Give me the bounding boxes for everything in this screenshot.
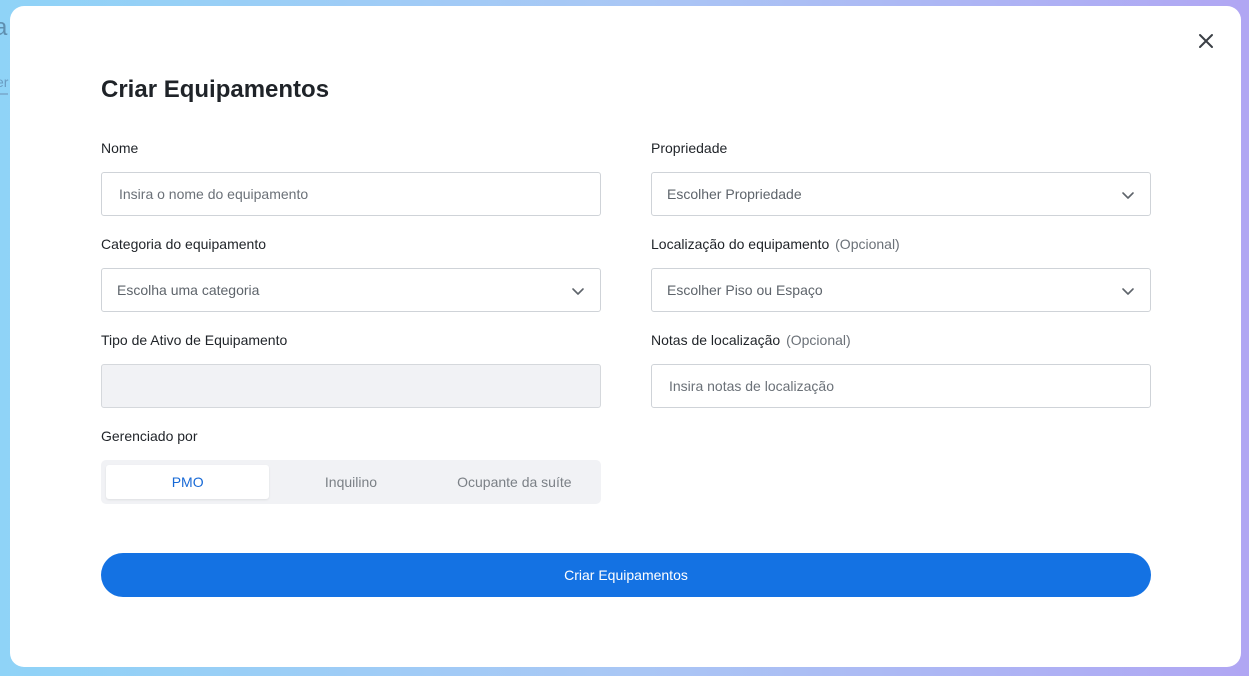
category-label: Categoria do equipamento: [101, 236, 267, 252]
managed-by-option-pmo[interactable]: PMO: [106, 465, 270, 499]
location-select[interactable]: Escolher Piso ou Espaço: [651, 268, 1151, 312]
category-field-group: Categoria do equipamento Escolha uma cat…: [101, 234, 601, 312]
chevron-down-icon: [572, 288, 584, 295]
location-notes-optional-tag: (Opcional): [786, 332, 851, 348]
background-tab-fragment: er: [0, 74, 9, 95]
name-label: Nome: [101, 140, 139, 156]
name-input[interactable]: [102, 173, 600, 215]
asset-type-input-disabled: [101, 364, 601, 408]
asset-type-field-group: Tipo de Ativo de Equipamento: [101, 330, 601, 408]
location-notes-input-box: [651, 364, 1151, 408]
background-title-fragment: a: [0, 14, 8, 41]
location-notes-input[interactable]: [652, 365, 1150, 407]
chevron-down-icon: [1122, 192, 1134, 199]
name-field-group: Nome: [101, 138, 601, 216]
asset-type-label: Tipo de Ativo de Equipamento: [101, 332, 288, 348]
managed-by-label: Gerenciado por: [101, 428, 198, 444]
location-notes-label: Notas de localização (Opcional): [651, 330, 1151, 350]
location-select-value: Escolher Piso ou Espaço: [667, 282, 823, 298]
managed-by-option-inquilino[interactable]: Inquilino: [269, 465, 432, 499]
close-button[interactable]: [1195, 30, 1217, 52]
name-input-box: [101, 172, 601, 216]
close-icon: [1199, 34, 1213, 48]
managed-by-segmented-control: PMO Inquilino Ocupante da suíte: [101, 460, 601, 504]
property-select[interactable]: Escolher Propriedade: [651, 172, 1151, 216]
category-select[interactable]: Escolha uma categoria: [101, 268, 601, 312]
location-notes-field-group: Notas de localização (Opcional): [651, 330, 1151, 408]
property-field-group: Propriedade Escolher Propriedade: [651, 138, 1151, 216]
location-optional-tag: (Opcional): [835, 236, 900, 252]
chevron-down-icon: [1122, 288, 1134, 295]
create-equipment-modal: Criar Equipamentos Nome Propriedade Esco…: [10, 6, 1241, 667]
location-label-text: Localização do equipamento: [651, 236, 830, 252]
location-field-group: Localização do equipamento (Opcional) Es…: [651, 234, 1151, 312]
location-notes-label-text: Notas de localização: [651, 332, 781, 348]
category-select-value: Escolha uma categoria: [117, 282, 260, 298]
managed-by-field-group: Gerenciado por PMO Inquilino Ocupante da…: [101, 426, 601, 504]
managed-by-option-ocupante[interactable]: Ocupante da suíte: [433, 465, 596, 499]
property-select-value: Escolher Propriedade: [667, 186, 802, 202]
modal-title: Criar Equipamentos: [101, 76, 330, 103]
property-label: Propriedade: [651, 140, 728, 156]
create-equipment-button[interactable]: Criar Equipamentos: [101, 553, 1151, 597]
location-label: Localização do equipamento (Opcional): [651, 234, 1151, 254]
